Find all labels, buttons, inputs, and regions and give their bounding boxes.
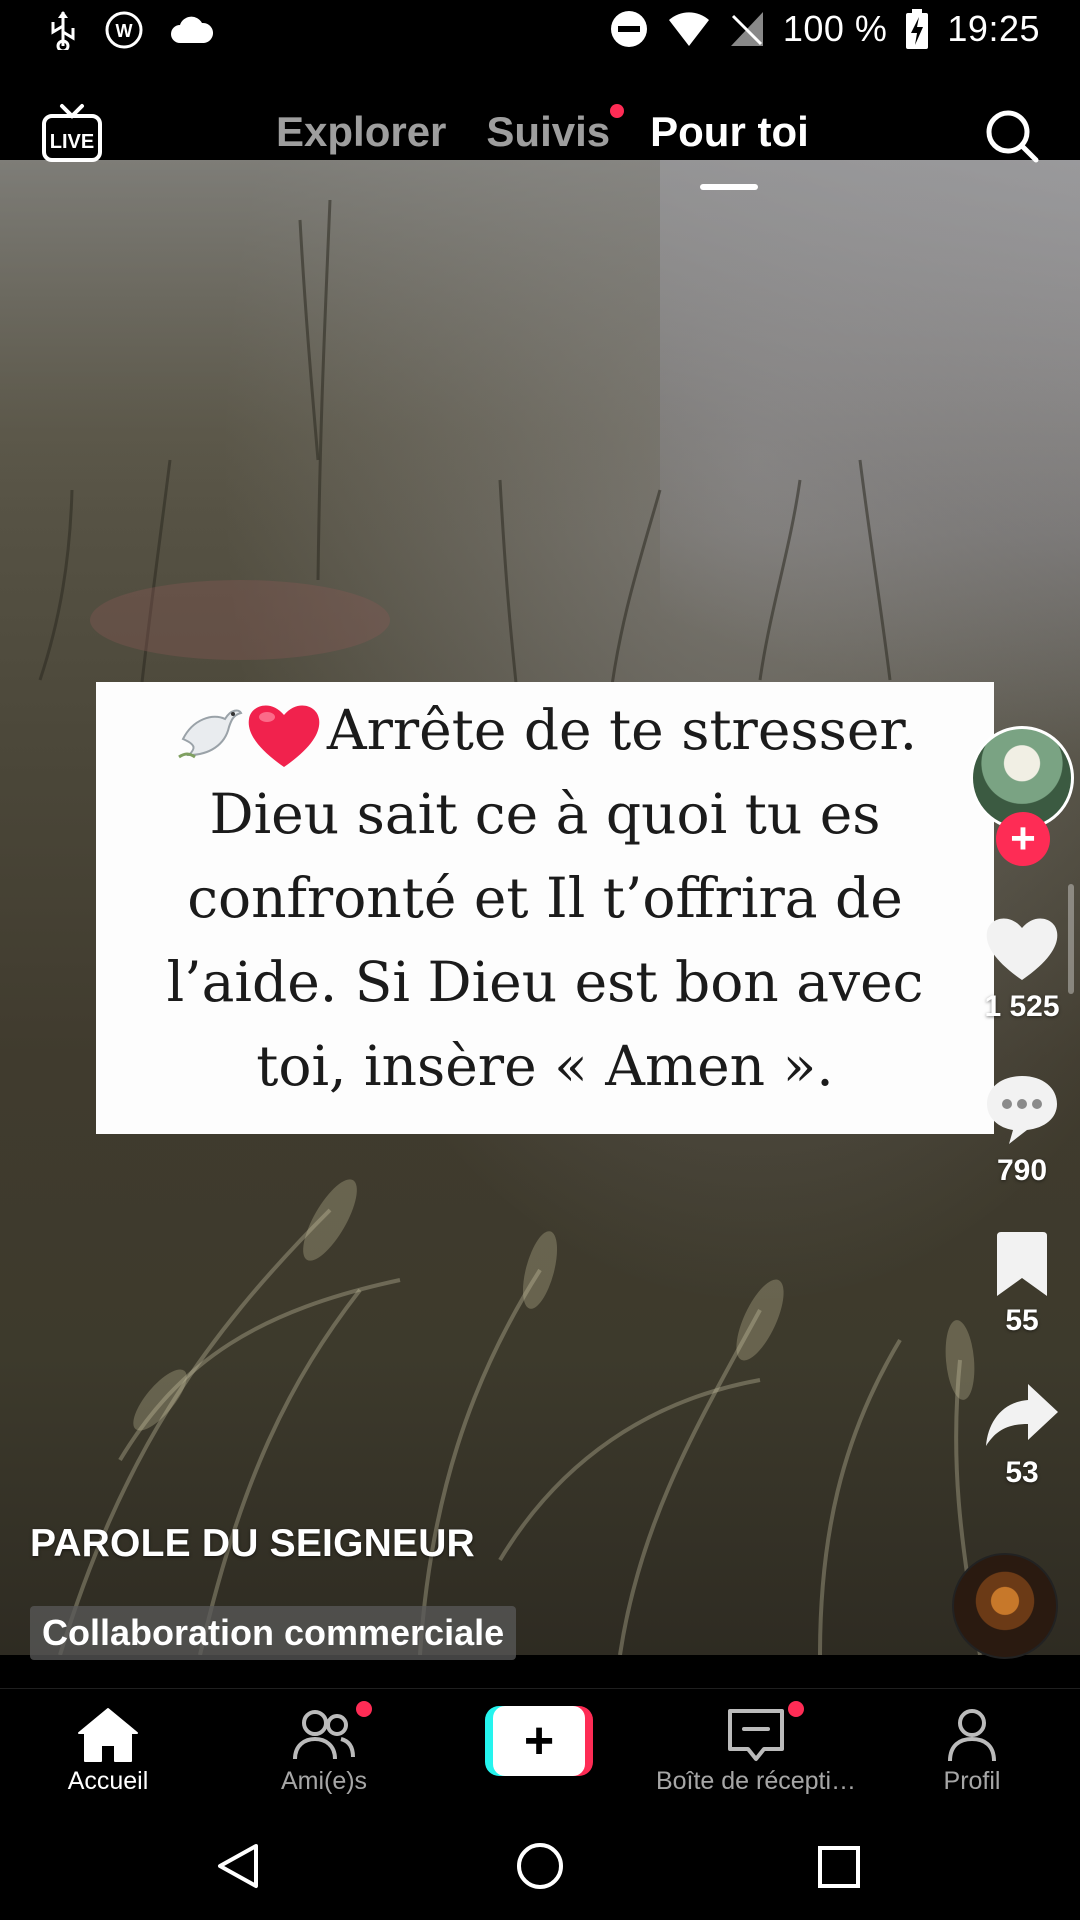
nav-profile[interactable]: Profil: [862, 1707, 1080, 1796]
friends-icon: [293, 1710, 355, 1760]
home-circle-icon[interactable]: [516, 1842, 564, 1890]
feed-tabs: Explorer Suivis Pour toi: [276, 104, 809, 190]
heart-emoji: [248, 705, 320, 767]
video-text-overlay: Arrête de te stresser. Dieu sait ce à qu…: [96, 682, 994, 1134]
quote-text-line-1: Arrête de te stresser.: [326, 698, 918, 762]
tab-explorer-label: Explorer: [276, 108, 447, 155]
tab-pour-toi[interactable]: Pour toi: [650, 108, 809, 190]
nav-friends-label: Ami(e)s: [280, 1767, 368, 1795]
status-right-icons: 100 % 19:25: [609, 8, 1040, 50]
create-button[interactable]: +: [485, 1706, 593, 1776]
follow-button[interactable]: +: [996, 812, 1050, 866]
scroll-indicator: [1068, 884, 1074, 994]
collaboration-badge[interactable]: Collaboration commerciale: [30, 1606, 517, 1660]
like-button[interactable]: 1 525: [962, 914, 1080, 1024]
comment-button[interactable]: 790: [962, 1072, 1080, 1188]
notification-dot: [610, 104, 625, 118]
home-icon: [78, 1708, 138, 1762]
nav-inbox[interactable]: Boîte de récepti…: [646, 1701, 866, 1796]
battery-percent: 100 %: [782, 8, 888, 49]
nav-inbox-label: Boîte de récepti…: [655, 1767, 857, 1795]
share-count: 53: [1005, 1456, 1039, 1489]
music-disc[interactable]: [952, 1553, 1058, 1659]
nav-profile-label: Profil: [943, 1767, 1001, 1795]
heart-icon: [986, 918, 1058, 980]
quote-text-line-3: confronté et Il t’offrira de: [187, 866, 903, 930]
plus-icon: +: [493, 1706, 585, 1776]
back-icon[interactable]: [216, 1842, 260, 1890]
tab-explorer[interactable]: Explorer: [276, 108, 446, 156]
usb-icon: [51, 11, 75, 50]
top-nav: LIVE Explorer Suivis Pour toi: [0, 62, 1080, 192]
tab-pour-toi-label: Pour toi: [650, 108, 809, 155]
active-tab-indicator: [700, 184, 759, 190]
notification-dot: [788, 1701, 804, 1717]
author-name[interactable]: PAROLE DU SEIGNEUR: [30, 1522, 475, 1566]
comment-icon: [987, 1076, 1057, 1144]
comment-count: 790: [996, 1154, 1048, 1187]
wifi-icon: [668, 12, 709, 46]
svg-text:W: W: [116, 21, 133, 41]
tab-suivis-label: Suivis: [486, 108, 611, 155]
nav-friends[interactable]: Ami(e)s: [214, 1701, 434, 1796]
system-navigation-bar: [0, 1800, 1080, 1920]
nav-home-label: Accueil: [67, 1767, 149, 1795]
save-button[interactable]: 55: [962, 1232, 1080, 1338]
inbox-icon: [728, 1709, 784, 1761]
quote-line-1: Arrête de te stresser.: [96, 688, 994, 772]
quote-text-line-4: l’aide. Si Dieu est bon avec: [166, 950, 924, 1014]
screen: W 100 % 19:25 LIVE Explorer Suivis Pour …: [0, 0, 1080, 1920]
no-signal-icon: [730, 12, 763, 46]
status-left-icons: W: [48, 10, 214, 50]
status-bar: W 100 % 19:25: [0, 0, 1080, 62]
recents-icon[interactable]: [818, 1846, 860, 1888]
search-icon[interactable]: [982, 106, 1042, 166]
profile-icon: [948, 1709, 996, 1762]
do-not-disturb-icon: [610, 11, 647, 47]
live-icon[interactable]: LIVE: [40, 102, 104, 166]
vpn-icon: W: [105, 11, 143, 49]
notification-dot: [356, 1701, 372, 1717]
like-count: 1 525: [984, 990, 1060, 1023]
quote-text-line-5: toi, insère « Amen ».: [256, 1034, 834, 1098]
save-count: 55: [1005, 1304, 1039, 1337]
bookmark-icon: [997, 1232, 1047, 1296]
battery-charging-icon: [906, 9, 929, 49]
clock: 19:25: [947, 8, 1040, 49]
svg-text:LIVE: LIVE: [50, 131, 94, 153]
nav-home[interactable]: Accueil: [0, 1707, 218, 1796]
cloud-icon: [171, 16, 214, 43]
tab-suivis[interactable]: Suivis: [486, 104, 625, 156]
creator-avatar-group: +: [970, 726, 1078, 866]
dove-emoji: [178, 709, 243, 759]
share-arrow-icon: [986, 1384, 1058, 1446]
share-button[interactable]: 53: [962, 1380, 1080, 1490]
quote-text-line-2: Dieu sait ce à quoi tu es: [209, 782, 881, 846]
bottom-nav: Accueil Ami(e)s + Boîte de récepti… Prof…: [0, 1688, 1080, 1801]
